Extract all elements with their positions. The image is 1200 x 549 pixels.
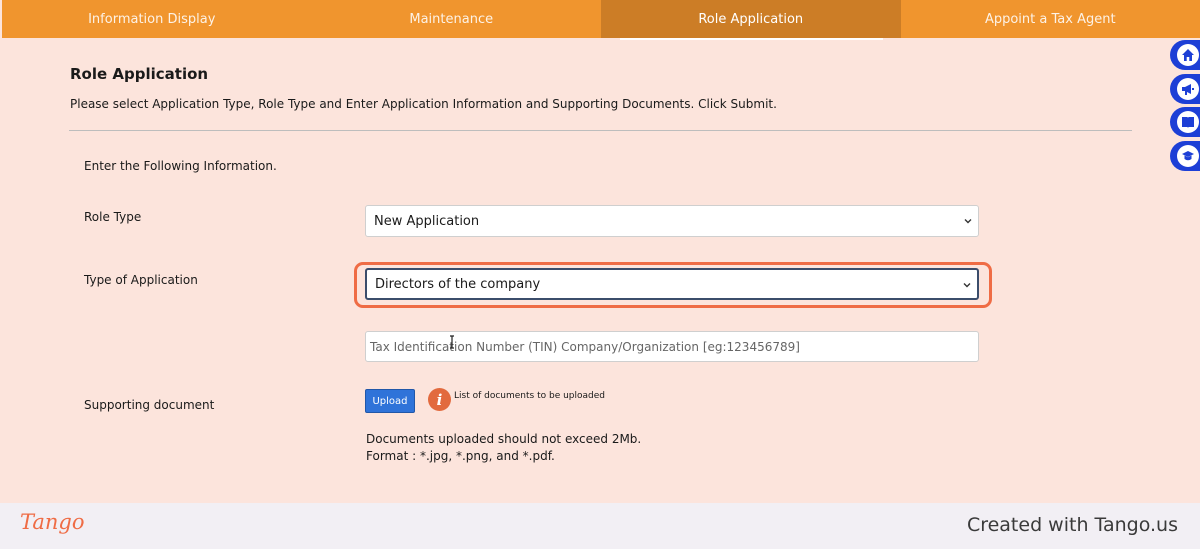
form-section-title: Enter the Following Information.: [84, 159, 277, 173]
page-title: Role Application: [70, 65, 209, 83]
application-type-select[interactable]: Directors of the company: [365, 268, 979, 300]
tab-maintenance[interactable]: Maintenance: [302, 0, 602, 38]
top-tab-bar: Information Display Maintenance Role App…: [2, 0, 1200, 38]
text-cursor-icon: [450, 335, 454, 349]
role-type-select[interactable]: New Application: [365, 205, 979, 237]
tin-input[interactable]: Tax Identification Number (TIN) Company/…: [365, 331, 979, 362]
home-shortcut-button[interactable]: [1170, 40, 1200, 70]
role-type-value: New Application: [374, 213, 480, 229]
tab-label: Information Display: [88, 11, 216, 27]
megaphone-icon: [1182, 83, 1194, 95]
tin-placeholder: Tax Identification Number (TIN) Company/…: [370, 339, 800, 354]
side-shortcut-bar: [1170, 40, 1200, 174]
tab-role-application[interactable]: Role Application: [601, 0, 901, 38]
tango-logo: Tango: [20, 510, 85, 534]
tab-label: Appoint a Tax Agent: [984, 11, 1116, 27]
tab-appoint-tax-agent[interactable]: Appoint a Tax Agent: [901, 0, 1200, 38]
supporting-document-label: Supporting document: [84, 398, 215, 412]
learning-shortcut-button[interactable]: [1170, 140, 1200, 171]
page-instructions: Please select Application Type, Role Typ…: [70, 97, 777, 111]
tab-label: Role Application: [698, 11, 804, 27]
documents-list-link[interactable]: List of documents to be uploaded: [454, 391, 605, 401]
chevron-down-icon: [964, 219, 972, 224]
application-type-value: Directors of the company: [375, 276, 541, 292]
upload-button[interactable]: Upload: [365, 389, 415, 413]
guide-shortcut-button[interactable]: [1170, 107, 1200, 137]
format-note: Format : *.jpg, *.png, and *.pdf.: [366, 449, 555, 463]
chevron-down-icon: [963, 283, 971, 288]
info-icon[interactable]: i: [428, 388, 451, 411]
section-divider: [69, 130, 1132, 131]
book-icon: [1182, 117, 1194, 128]
announcement-shortcut-button[interactable]: [1170, 73, 1200, 104]
created-with-text: Created with Tango.us: [966, 514, 1178, 536]
role-type-label: Role Type: [84, 210, 142, 224]
graduation-cap-icon: [1182, 150, 1194, 160]
application-type-label: Type of Application: [84, 273, 198, 287]
tab-label: Maintenance: [409, 11, 494, 27]
tab-information-display[interactable]: Information Display: [2, 0, 302, 38]
size-note: Documents uploaded should not exceed 2Mb…: [366, 432, 642, 446]
home-icon: [1182, 49, 1194, 61]
active-tab-indicator: [620, 38, 883, 40]
